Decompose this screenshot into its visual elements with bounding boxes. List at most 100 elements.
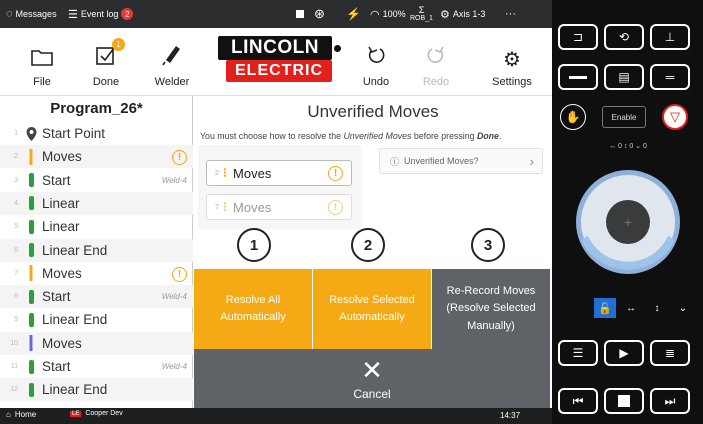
- file-label: File: [33, 76, 51, 88]
- messages-label: Messages: [15, 9, 57, 19]
- resolve-selected-automatically-button[interactable]: Resolve Selected Automatically: [313, 269, 431, 349]
- jog-wheel[interactable]: +: [572, 160, 684, 284]
- robot-icon: ⊥: [664, 30, 676, 44]
- checklist-icon: 1: [95, 38, 125, 72]
- weld-segment-icon: [24, 219, 38, 234]
- user-indicator[interactable]: LE Cooper Dev: [70, 410, 123, 417]
- power-icon[interactable]: ⚡: [346, 0, 361, 28]
- program-row[interactable]: 4 Linear: [0, 191, 193, 215]
- moves-card[interactable]: 2 ⁝ Moves !: [206, 160, 352, 186]
- program-row[interactable]: 11 Start Weld-4: [0, 355, 193, 378]
- skip-forward-icon: ⏭: [664, 393, 676, 408]
- horizontal-axis-icon[interactable]: ↔: [618, 298, 644, 318]
- event-log-button[interactable]: ☰ Event log 2: [68, 0, 134, 28]
- axis-label: Axis 1-3: [452, 9, 486, 19]
- gear-icon: ⚙: [503, 49, 521, 71]
- pendant-jog-button[interactable]: ⊥: [650, 24, 690, 50]
- sigma-icon: Σ: [418, 5, 425, 15]
- info-icon: ⓘ: [390, 156, 400, 167]
- redo-icon: [425, 44, 447, 72]
- weld-segment-icon: [24, 312, 38, 327]
- pendant-frame-button[interactable]: ⟲: [604, 24, 644, 50]
- program-row-label: Start: [42, 289, 71, 305]
- weld-tag: Weld-4: [161, 292, 187, 302]
- program-row[interactable]: 7 Moves!: [0, 262, 193, 285]
- moves-card-number: 2: [215, 169, 219, 177]
- speed-indicator[interactable]: ◠ 100%: [370, 0, 406, 28]
- redo-button[interactable]: Redo: [406, 28, 466, 96]
- messages-button[interactable]: ◌ Messages: [6, 0, 57, 28]
- instruction-text: You must choose how to resolve the Unver…: [200, 131, 550, 141]
- pendant-lines-button[interactable]: ≣: [650, 340, 690, 366]
- re-record-moves-button[interactable]: Re-Record Moves (Resolve Selected Manual…: [432, 269, 550, 349]
- pendant-next-button[interactable]: ⏭: [650, 388, 690, 414]
- pendant-equals-button[interactable]: ═: [650, 64, 690, 90]
- done-button[interactable]: 1 Done: [76, 28, 136, 96]
- program-row[interactable]: 6 Linear End: [0, 238, 193, 262]
- vertical-axis-icon[interactable]: ↕: [644, 298, 670, 318]
- warning-icon: !: [172, 265, 187, 282]
- unverified-moves-help[interactable]: ⓘ Unverified Moves? ›: [379, 148, 543, 174]
- settings-label: Settings: [492, 76, 532, 88]
- toolbar: File 1 Done Welder LINCOLN ELECTRIC Undo…: [0, 28, 552, 96]
- settings-button[interactable]: ⚙ Settings: [482, 28, 542, 96]
- logo-top: LINCOLN: [218, 36, 332, 60]
- pendant-list-button[interactable]: ☰: [558, 340, 598, 366]
- pendant-menu-button[interactable]: ▤: [604, 64, 644, 90]
- emergency-stop-icon[interactable]: ▽: [662, 104, 688, 130]
- more-button[interactable]: ···: [505, 0, 516, 28]
- lock-icon[interactable]: 🔓: [594, 298, 616, 318]
- program-title: Program_26*: [50, 100, 143, 117]
- program-row[interactable]: 1 Start Point: [0, 122, 193, 145]
- program-row-label: Linear: [42, 219, 80, 235]
- program-row-number: 6: [14, 246, 18, 254]
- logo-bottom: ELECTRIC: [226, 60, 332, 82]
- program-panel: Program_26* 1 Start Point 2 Moves! 3 Start Wel…: [0, 96, 193, 408]
- weld-tag: Weld-4: [161, 362, 187, 371]
- program-row-number: 1: [14, 130, 18, 137]
- re-record-label: Re-Record Moves (Resolve Selected Manual…: [446, 283, 535, 334]
- stop-icon: [618, 395, 630, 407]
- program-row-number: 12: [10, 386, 18, 394]
- program-row[interactable]: 2 Moves!: [0, 145, 193, 169]
- stop-button[interactable]: [296, 0, 304, 28]
- program-row-label: Linear: [42, 195, 80, 211]
- welder-button[interactable]: Welder: [142, 28, 202, 96]
- hand-guide-icon[interactable]: ✋: [560, 104, 586, 130]
- program-row[interactable]: 8 Start Weld-4: [0, 285, 193, 309]
- pendant-play-button[interactable]: ▶: [604, 340, 644, 366]
- program-row-label: Linear End: [42, 242, 108, 258]
- axis-selector[interactable]: ⚙ Axis 1-3: [440, 0, 485, 28]
- play-icon: ▶: [619, 346, 629, 360]
- moves-card[interactable]: 7 ⁝ Moves !: [206, 194, 352, 220]
- program-row[interactable]: 10 Moves: [0, 331, 193, 355]
- program-row-label: Linear End: [42, 382, 108, 398]
- program-row[interactable]: 12 Linear End: [0, 378, 193, 402]
- resolve-all-automatically-button[interactable]: Resolve All Automatically: [194, 269, 312, 349]
- enable-button[interactable]: Enable: [602, 106, 646, 128]
- pendant-tool-button[interactable]: ⊐: [558, 24, 598, 50]
- re-record-line1: Re-Record Moves: [446, 285, 536, 298]
- undo-icon: [365, 44, 387, 72]
- weld-segment-icon: [24, 382, 38, 397]
- program-mode-icon[interactable]: ⊛: [314, 0, 325, 28]
- pendant-previous-button[interactable]: ⏮: [558, 388, 598, 414]
- program-row[interactable]: 3 Start Weld-4: [0, 169, 193, 192]
- done-label: Done: [92, 76, 120, 88]
- cancel-button[interactable]: ✕ Cancel: [194, 349, 550, 408]
- file-button[interactable]: File: [12, 28, 72, 96]
- home-button[interactable]: ⌂ Home: [6, 410, 36, 419]
- program-row-number: 3: [14, 176, 18, 184]
- pendant-minus-button[interactable]: [558, 64, 598, 90]
- program-row-number: 10: [10, 339, 18, 347]
- robot-selector[interactable]: Σ ROB_1: [410, 0, 433, 28]
- resolve-all-line2: Automatically: [220, 311, 286, 323]
- rotate-axis-icon[interactable]: ⌄: [670, 298, 696, 318]
- moves-icon: [24, 265, 38, 282]
- minus-icon: [569, 75, 587, 79]
- program-row[interactable]: 9 Linear End: [0, 308, 193, 331]
- undo-button[interactable]: Undo: [346, 28, 406, 96]
- program-row[interactable]: 5 Linear: [0, 215, 193, 238]
- re-record-line2: (Resolve Selected: [446, 302, 536, 315]
- pendant-stop-button[interactable]: [604, 388, 644, 414]
